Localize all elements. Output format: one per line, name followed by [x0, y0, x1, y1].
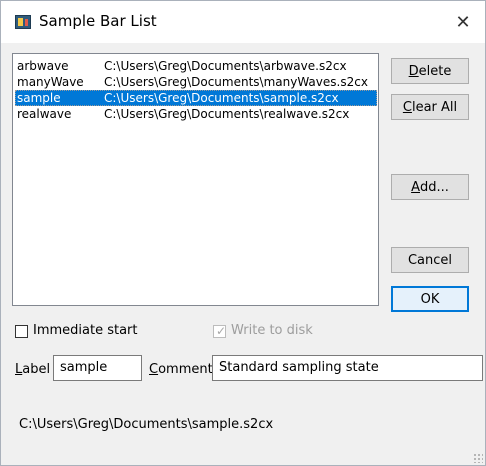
write-to-disk-label: Write to disk [231, 323, 313, 338]
immediate-start-label: Immediate start [33, 323, 138, 338]
app-icon [15, 15, 31, 29]
list-item-path: C:\Users\Greg\Documents\sample.s2cx [104, 91, 339, 105]
list-item[interactable]: realwave C:\Users\Greg\Documents\realwav… [15, 106, 377, 122]
delete-button[interactable]: Delete [391, 58, 469, 84]
file-path-status: C:\Users\Greg\Documents\sample.s2cx [19, 417, 274, 432]
list-item-path: C:\Users\Greg\Documents\arbwave.s2cx [104, 59, 347, 73]
list-item[interactable]: manyWave C:\Users\Greg\Documents\manyWav… [15, 74, 377, 90]
check-icon: ✓ [216, 324, 227, 338]
list-item-path: C:\Users\Greg\Documents\realwave.s2cx [104, 107, 350, 121]
list-item-path: C:\Users\Greg\Documents\manyWaves.s2cx [104, 75, 368, 89]
immediate-start-checkbox[interactable] [15, 325, 28, 338]
list-item-name: manyWave [17, 75, 84, 89]
ok-button[interactable]: OK [391, 286, 469, 312]
resize-grip-icon[interactable] [473, 453, 483, 463]
title-bar: Sample Bar List ✕ [1, 1, 485, 43]
list-item-name: arbwave [17, 59, 69, 73]
comment-field-label: Comment [149, 362, 213, 377]
cancel-button[interactable]: Cancel [391, 247, 469, 273]
write-to-disk-checkbox[interactable]: ✓ [213, 324, 227, 338]
list-item-name: sample [17, 91, 61, 105]
add-button[interactable]: Add... [391, 174, 469, 200]
dialog-window: Sample Bar List ✕ arbwave C:\Users\Greg\… [0, 0, 486, 466]
list-item-selected[interactable]: sample C:\Users\Greg\Documents\sample.s2… [15, 90, 377, 106]
sample-list[interactable]: arbwave C:\Users\Greg\Documents\arbwave.… [12, 53, 379, 306]
label-input[interactable]: sample [53, 355, 142, 381]
clear-all-button[interactable]: Clear All [391, 94, 469, 120]
close-icon: ✕ [455, 11, 471, 33]
list-item-name: realwave [17, 107, 72, 121]
label-field-label: Label [15, 362, 51, 377]
list-item[interactable]: arbwave C:\Users\Greg\Documents\arbwave.… [15, 58, 377, 74]
window-title: Sample Bar List [39, 12, 157, 30]
close-button[interactable]: ✕ [441, 1, 485, 43]
comment-input[interactable]: Standard sampling state [212, 355, 483, 381]
